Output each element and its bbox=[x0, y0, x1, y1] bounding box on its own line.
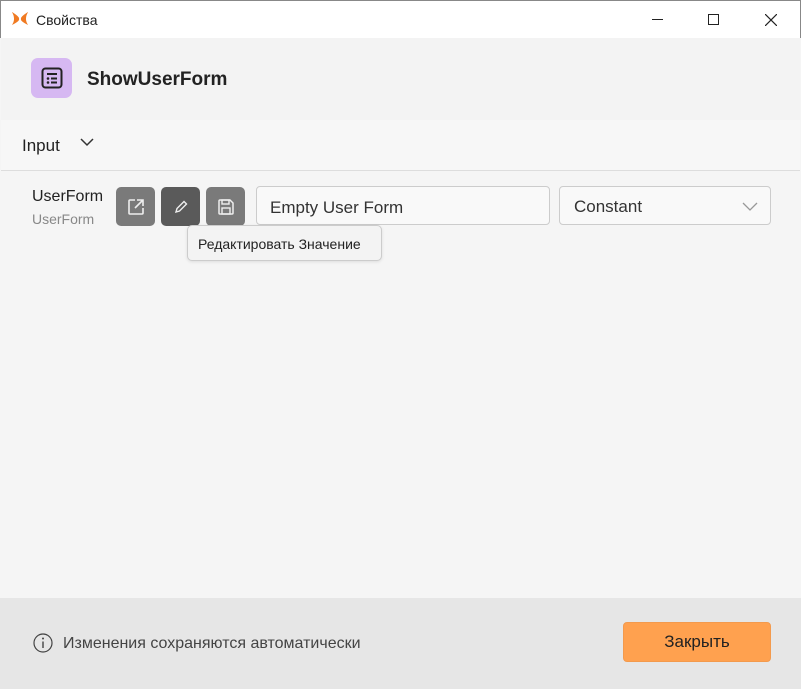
window-title: Свойства bbox=[36, 12, 98, 28]
app-logo-icon bbox=[12, 12, 28, 25]
section-input-toggle[interactable]: Input bbox=[1, 120, 800, 171]
chevron-down-icon bbox=[80, 138, 94, 147]
edit-value-button[interactable] bbox=[161, 187, 200, 226]
close-button[interactable]: Закрыть bbox=[623, 622, 771, 662]
tooltip-text: Редактировать Значение bbox=[198, 236, 361, 252]
maximize-icon bbox=[707, 14, 719, 25]
minimize-button[interactable] bbox=[634, 1, 680, 38]
close-icon bbox=[765, 13, 777, 26]
mode-select[interactable]: Constant bbox=[559, 186, 771, 225]
chevron-down-icon bbox=[742, 202, 758, 211]
open-external-button[interactable] bbox=[116, 187, 155, 226]
save-icon bbox=[217, 198, 234, 215]
tooltip: Редактировать Значение bbox=[187, 225, 382, 261]
save-button[interactable] bbox=[206, 187, 245, 226]
minimize-icon bbox=[651, 19, 663, 20]
property-label: UserForm bbox=[32, 188, 104, 205]
property-type: UserForm bbox=[32, 211, 95, 227]
autosave-note: Изменения сохраняются автоматически bbox=[63, 635, 361, 652]
value-input[interactable]: Empty User Form bbox=[256, 186, 550, 225]
maximize-button[interactable] bbox=[690, 1, 736, 38]
pencil-icon bbox=[174, 200, 187, 213]
section-label: Input bbox=[22, 136, 60, 155]
header: ShowUserForm bbox=[1, 38, 800, 120]
info-icon bbox=[33, 633, 53, 653]
title-bar: Свойства bbox=[0, 0, 801, 38]
activity-name: ShowUserForm bbox=[87, 69, 228, 90]
footer: Изменения сохраняются автоматически Закр… bbox=[0, 598, 801, 689]
mode-select-value: Constant bbox=[574, 197, 643, 216]
form-list-icon bbox=[31, 58, 72, 98]
open-external-icon bbox=[127, 198, 144, 215]
close-window-button[interactable] bbox=[748, 1, 794, 38]
